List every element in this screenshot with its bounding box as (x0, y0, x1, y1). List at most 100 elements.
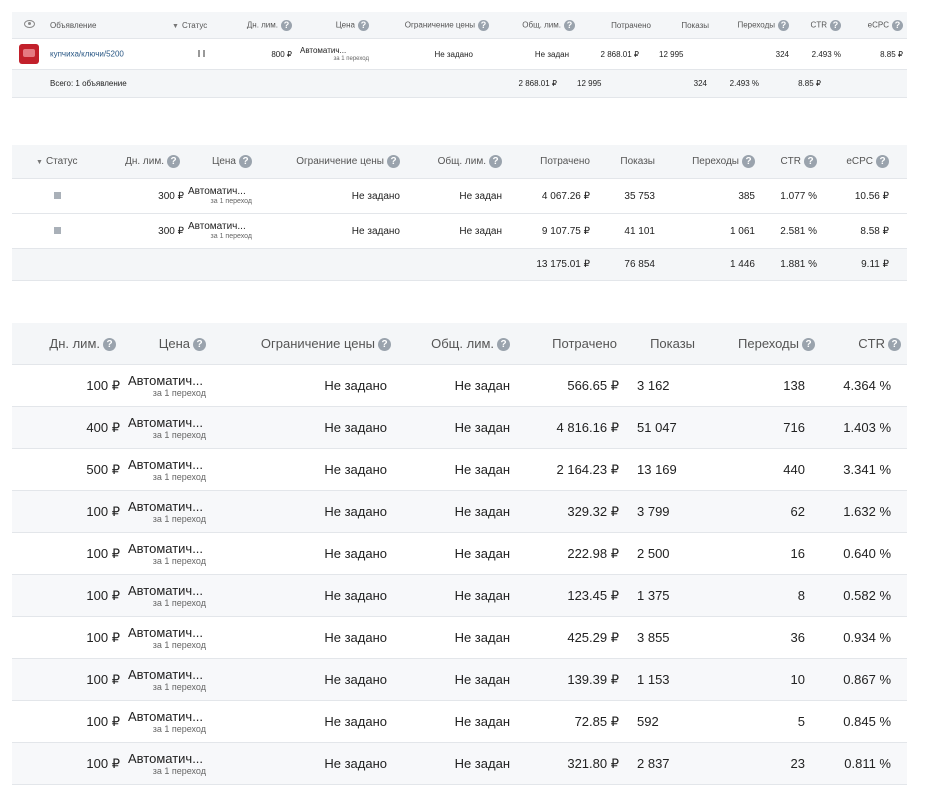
help-icon[interactable]: ? (742, 155, 755, 168)
col-daily-limit[interactable]: Дн. лим.? (238, 19, 296, 31)
total-limit-value[interactable]: Не задан (397, 714, 516, 729)
total-limit-value[interactable]: Не задан (404, 191, 506, 202)
table-row[interactable]: 100 ₽ Автоматич... за 1 переход Не задано… (12, 743, 907, 785)
col-ctr[interactable]: CTR? (793, 19, 845, 31)
col-spent[interactable]: Потрачено (516, 336, 623, 351)
col-price[interactable]: Цена? (122, 336, 212, 352)
col-spent[interactable]: Потрачено (506, 156, 594, 167)
table-row[interactable]: купчиха/ключи/5200 800 ₽ Автоматич... за … (12, 39, 907, 70)
total-limit-value[interactable]: Не задан (397, 630, 516, 645)
col-price[interactable]: Цена? (296, 19, 373, 31)
col-clicks[interactable]: Переходы? (701, 336, 821, 352)
table-row[interactable]: 300 ₽ Автоматич... за 1 переход Не задано… (12, 214, 907, 249)
col-shows[interactable]: Показы (655, 21, 713, 30)
help-icon[interactable]: ? (387, 155, 400, 168)
price-limit-value[interactable]: Не задано (212, 714, 397, 729)
price-limit-value[interactable]: Не задано (212, 756, 397, 771)
col-status[interactable]: ▼ Статус (168, 21, 238, 30)
col-shows[interactable]: Показы (623, 336, 701, 351)
daily-limit-value[interactable]: 800 ₽ (238, 50, 296, 59)
daily-limit-value[interactable]: 400 ₽ (12, 420, 122, 436)
price-limit-value[interactable]: Не задано (256, 226, 404, 237)
daily-limit-value[interactable]: 100 ₽ (12, 588, 122, 604)
col-daily-limit[interactable]: Дн. лим.? (12, 336, 122, 352)
price-limit-value[interactable]: Не задано (256, 191, 404, 202)
total-limit-value[interactable]: Не задан (397, 462, 516, 477)
total-limit-value[interactable]: Не задан (397, 546, 516, 561)
table-row[interactable]: 100 ₽ Автоматич... за 1 переход Не задано… (12, 701, 907, 743)
help-icon[interactable]: ? (804, 155, 817, 168)
col-daily-limit[interactable]: Дн. лим.? (100, 155, 184, 168)
help-icon[interactable]: ? (281, 19, 292, 31)
help-icon[interactable]: ? (193, 338, 206, 352)
daily-limit-value[interactable]: 300 ₽ (100, 226, 184, 237)
status-stopped-icon[interactable] (54, 226, 61, 234)
price-cell[interactable]: Автоматич... за 1 переход (122, 541, 212, 567)
col-total-limit[interactable]: Общ. лим.? (493, 19, 579, 31)
col-ecpc[interactable]: eCPC? (845, 19, 907, 31)
help-icon[interactable]: ? (497, 338, 510, 352)
price-cell[interactable]: Автоматич... за 1 переход (122, 499, 212, 525)
col-price[interactable]: Цена? (184, 155, 256, 168)
daily-limit-value[interactable]: 100 ₽ (12, 714, 122, 730)
table-row[interactable]: 100 ₽ Автоматич... за 1 переход Не задано… (12, 491, 907, 533)
price-cell[interactable]: Автоматич... за 1 переход (122, 625, 212, 651)
daily-limit-value[interactable]: 100 ₽ (12, 630, 122, 646)
total-limit-value[interactable]: Не задан (397, 756, 516, 771)
total-limit-value[interactable]: Не задан (397, 672, 516, 687)
table-row[interactable]: 100 ₽ Автоматич... за 1 переход Не задано… (12, 617, 907, 659)
table-row[interactable]: 100 ₽ Автоматич... за 1 переход Не задано… (12, 659, 907, 701)
price-limit-value[interactable]: Не задано (212, 588, 397, 603)
price-cell[interactable]: Автоматич... за 1 переход (122, 415, 212, 441)
table-row[interactable]: 300 ₽ Автоматич... за 1 переход Не задано… (12, 179, 907, 214)
help-icon[interactable]: ? (802, 338, 815, 352)
help-icon[interactable]: ? (358, 19, 369, 31)
total-limit-value[interactable]: Не задан (397, 378, 516, 393)
col-clicks[interactable]: Переходы? (659, 155, 759, 168)
col-shows[interactable]: Показы (594, 156, 659, 167)
help-icon[interactable]: ? (888, 338, 901, 352)
col-spent[interactable]: Потрачено (579, 21, 655, 30)
total-limit-value[interactable]: Не задан (404, 226, 506, 237)
price-cell[interactable]: Автоматич... за 1 переход (122, 751, 212, 777)
help-icon[interactable]: ? (478, 19, 489, 31)
col-total-limit[interactable]: Общ. лим.? (397, 336, 516, 352)
daily-limit-value[interactable]: 100 ₽ (12, 546, 122, 562)
daily-limit-value[interactable]: 100 ₽ (12, 672, 122, 688)
price-cell[interactable]: Автоматич... за 1 переход (184, 221, 256, 241)
help-icon[interactable]: ? (378, 338, 391, 352)
price-cell[interactable]: Автоматич... за 1 переход (184, 186, 256, 206)
table-row[interactable]: 100 ₽ Автоматич... за 1 переход Не задано… (12, 575, 907, 617)
price-limit-value[interactable]: Не задано (212, 378, 397, 393)
price-cell[interactable]: Автоматич... за 1 переход (122, 373, 212, 399)
daily-limit-value[interactable]: 100 ₽ (12, 504, 122, 520)
col-ctr[interactable]: CTR? (821, 336, 907, 352)
status-stopped-icon[interactable] (54, 191, 61, 199)
help-icon[interactable]: ? (239, 155, 252, 168)
col-clicks[interactable]: Переходы? (713, 19, 793, 31)
pause-icon[interactable] (198, 49, 205, 57)
eye-icon[interactable] (12, 20, 46, 30)
col-price-limit[interactable]: Ограничение цены? (212, 336, 397, 352)
daily-limit-value[interactable]: 300 ₽ (100, 191, 184, 202)
price-cell[interactable]: Автоматич... за 1 переход (122, 457, 212, 483)
col-ecpc[interactable]: eCPC? (821, 155, 893, 168)
help-icon[interactable]: ? (830, 19, 841, 31)
price-limit-value[interactable]: Не задано (212, 630, 397, 645)
price-cell[interactable]: Автоматич... за 1 переход (122, 583, 212, 609)
table-row[interactable]: 100 ₽ Автоматич... за 1 переход Не задано… (12, 533, 907, 575)
table-row[interactable]: 400 ₽ Автоматич... за 1 переход Не задано… (12, 407, 907, 449)
ad-thumbnail[interactable] (19, 44, 39, 64)
price-cell[interactable]: Автоматич... за 1 переход (122, 709, 212, 735)
col-status[interactable]: ▼ Статус (12, 156, 100, 167)
price-limit-value[interactable]: Не задано (373, 50, 493, 59)
col-price-limit[interactable]: Ограничение цены? (373, 19, 493, 31)
daily-limit-value[interactable]: 100 ₽ (12, 378, 122, 394)
daily-limit-value[interactable]: 500 ₽ (12, 462, 122, 478)
col-ctr[interactable]: CTR? (759, 155, 821, 168)
total-limit-value[interactable]: Не задан (397, 504, 516, 519)
table-row[interactable]: 100 ₽ Автоматич... за 1 переход Не задано… (12, 365, 907, 407)
price-limit-value[interactable]: Не задано (212, 504, 397, 519)
ad-link[interactable]: купчиха/ключи/5200 (50, 50, 124, 59)
total-limit-value[interactable]: Не задан (397, 588, 516, 603)
